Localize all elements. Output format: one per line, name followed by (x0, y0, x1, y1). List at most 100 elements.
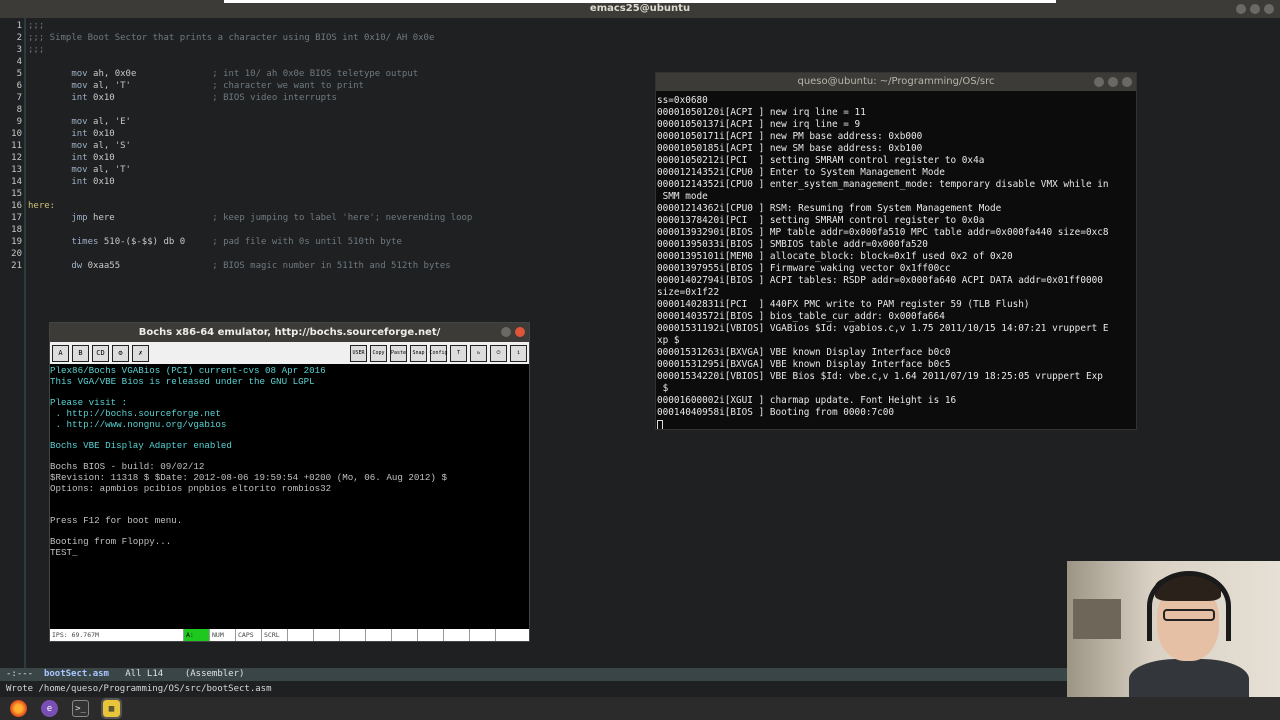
bochs-screen-line: Bochs VBE Display Adapter enabled (50, 439, 232, 451)
terminal-line: 00001050137i[ACPI ] new irq line = 9 (657, 119, 861, 130)
terminal-line: 00001402794i[BIOS ] ACPI tables: RSDP ad… (657, 275, 1103, 286)
bochs-status-field: CAPS (236, 629, 262, 641)
terminal-icon[interactable]: >_ (72, 700, 89, 717)
minimize-icon[interactable] (501, 327, 511, 337)
close-icon[interactable] (515, 327, 525, 337)
code-line[interactable]: ;;; Simple Boot Sector that prints a cha… (28, 32, 434, 44)
firefox-icon[interactable] (10, 700, 27, 717)
terminal-line: 00001214362i[CPU0 ] RSM: Resuming from S… (657, 203, 1002, 214)
bochs-toolbar-button[interactable]: ↻ (470, 344, 487, 362)
code-token: al, 'S' (93, 141, 131, 151)
code-token: al, 'T' (93, 81, 131, 91)
code-line[interactable]: ;;; (28, 20, 44, 32)
bochs-window[interactable]: Bochs x86-64 emulator, http://bochs.sour… (49, 322, 530, 642)
bochs-status-field (288, 629, 314, 641)
code-token: jmp (28, 213, 94, 223)
terminal-titlebar[interactable]: queso@ubuntu: ~/Programming/OS/src (656, 73, 1136, 91)
line-number: 14 (11, 177, 22, 187)
maximize-icon[interactable] (1108, 77, 1118, 87)
line-number: 6 (16, 81, 22, 91)
terminal-line: 00001397955i[BIOS ] Firmware waking vect… (657, 263, 951, 274)
emacs-window-controls (1236, 4, 1274, 14)
maximize-icon[interactable] (1250, 4, 1260, 14)
bochs-screen-line: . http://www.nongnu.org/vgabios (50, 418, 227, 430)
terminal-line: 00001395101i[MEM0 ] allocate_block: bloc… (657, 251, 1013, 262)
minimize-icon[interactable] (1236, 4, 1246, 14)
code-token: 0x10 (93, 93, 115, 103)
bochs-toolbar-button[interactable]: T (450, 344, 467, 362)
terminal-line: 00001050120i[ACPI ] new irq line = 11 (657, 107, 866, 118)
bochs-toolbar-button[interactable]: i (510, 344, 527, 362)
code-line[interactable]: mov ah, 0x0e ; int 10/ ah 0x0e BIOS tele… (28, 68, 418, 80)
bochs-toolbar-button[interactable]: USER (350, 344, 367, 362)
code-line[interactable]: int 0x10 (28, 152, 115, 164)
code-token: ;;; (28, 45, 45, 55)
line-number: 3 (16, 45, 22, 55)
terminal-line: 00001214352i[CPU0 ] enter_system_managem… (657, 179, 1109, 190)
code-token: times (28, 237, 104, 247)
code-token: ; character we want to print (130, 81, 364, 91)
bochs-toolbar-button[interactable]: ⚙ (112, 344, 129, 362)
code-token: mov (28, 81, 94, 91)
terminal-line: xp $ (657, 335, 680, 346)
line-number: 9 (16, 117, 22, 127)
bochs-status-field (444, 629, 470, 641)
code-line[interactable]: dw 0xaa55 ; BIOS magic number in 511th a… (28, 260, 450, 272)
bochs-screen-line: This VGA/VBE Bios is released under the … (50, 375, 315, 387)
webcam-person-body (1129, 659, 1249, 697)
code-line[interactable]: mov al, 'E' (28, 116, 131, 128)
code-token: 510-($-$$) db 0 (103, 237, 186, 247)
code-line[interactable]: int 0x10 (28, 176, 114, 188)
emacs-icon[interactable]: e (41, 700, 58, 717)
bochs-toolbar-button[interactable]: ✗ (132, 344, 149, 362)
code-line[interactable]: jmp here ; keep jumping to label 'here';… (28, 212, 472, 224)
code-line[interactable]: mov al, 'S' (28, 140, 131, 152)
code-token: int (28, 129, 94, 139)
terminal-line: 00001403572i[BIOS ] bios_table_cur_addr:… (657, 311, 945, 322)
terminal-line: $ (657, 383, 669, 394)
terminal-output[interactable]: ss=0x0680 00001050120i[ACPI ] new irq lin… (656, 91, 1136, 429)
bochs-toolbar: A B CD ⚙ ✗ USER Copy Paste Snap Config T ↻ ⏻ i (50, 342, 529, 364)
bochs-toolbar-button[interactable]: Snap (410, 344, 427, 362)
code-line[interactable]: int 0x10 (28, 128, 114, 140)
bochs-toolbar-button[interactable]: Copy (370, 344, 387, 362)
terminal-line: 00001050185i[ACPI ] new SM base address:… (657, 143, 923, 154)
close-icon[interactable] (1264, 4, 1274, 14)
code-token: here (93, 213, 115, 223)
terminal-cursor (657, 419, 663, 429)
code-token: int (28, 93, 94, 103)
bochs-titlebar[interactable]: Bochs x86-64 emulator, http://bochs.sour… (50, 323, 529, 342)
code-line[interactable]: int 0x10 ; BIOS video interrupts (28, 92, 337, 104)
code-token: 0x10 (93, 153, 115, 163)
terminal-line: SMM mode (657, 191, 708, 202)
code-line[interactable]: mov al, 'T' ; character we want to print (28, 80, 364, 92)
bochs-toolbar-button[interactable]: A (52, 344, 69, 362)
bochs-screen-line: . http://bochs.sourceforge.net (50, 407, 221, 419)
code-line[interactable]: mov al, 'T' (28, 164, 131, 176)
terminal-line: 00001050171i[ACPI ] new PM base address:… (657, 131, 923, 142)
code-line[interactable]: here: (28, 200, 55, 212)
code-line[interactable]: ;;; (28, 44, 44, 56)
code-line[interactable]: times 510-($-$$) db 0 ; pad file with 0s… (28, 236, 402, 248)
terminal-window[interactable]: queso@ubuntu: ~/Programming/OS/src ss=0x… (655, 72, 1137, 430)
bochs-vga-screen[interactable]: Plex86/Bochs VGABios (PCI) current-cvs 0… (50, 364, 529, 626)
bochs-toolbar-button[interactable]: Config (429, 344, 448, 362)
close-icon[interactable] (1122, 77, 1132, 87)
bochs-screen-line: Options: apmbios pcibios pnpbios eltorit… (50, 482, 332, 494)
bochs-status-field (418, 629, 444, 641)
bochs-toolbar-button[interactable]: Paste (390, 344, 407, 362)
bochs-toolbar-button[interactable]: ⏻ (490, 344, 507, 362)
line-number: 15 (11, 189, 22, 199)
terminal-line: size=0x1f22 (657, 287, 720, 298)
mode-line-buffer-name[interactable]: bootSect.asm (44, 669, 109, 679)
taskbar: e >_ ▦ (0, 697, 1280, 720)
minimize-icon[interactable] (1094, 77, 1104, 87)
emacs-titlebar[interactable]: emacs25@ubuntu (0, 0, 1280, 18)
code-token: ; BIOS video interrupts (114, 93, 337, 103)
mode-line[interactable]: -:--- bootSect.asm All L14 (Assembler) (0, 668, 1068, 681)
bochs-icon[interactable]: ▦ (101, 698, 122, 719)
bochs-window-controls (501, 327, 525, 337)
bochs-toolbar-button[interactable]: CD (92, 344, 109, 362)
code-token: mov (28, 165, 94, 175)
bochs-toolbar-button[interactable]: B (72, 344, 89, 362)
